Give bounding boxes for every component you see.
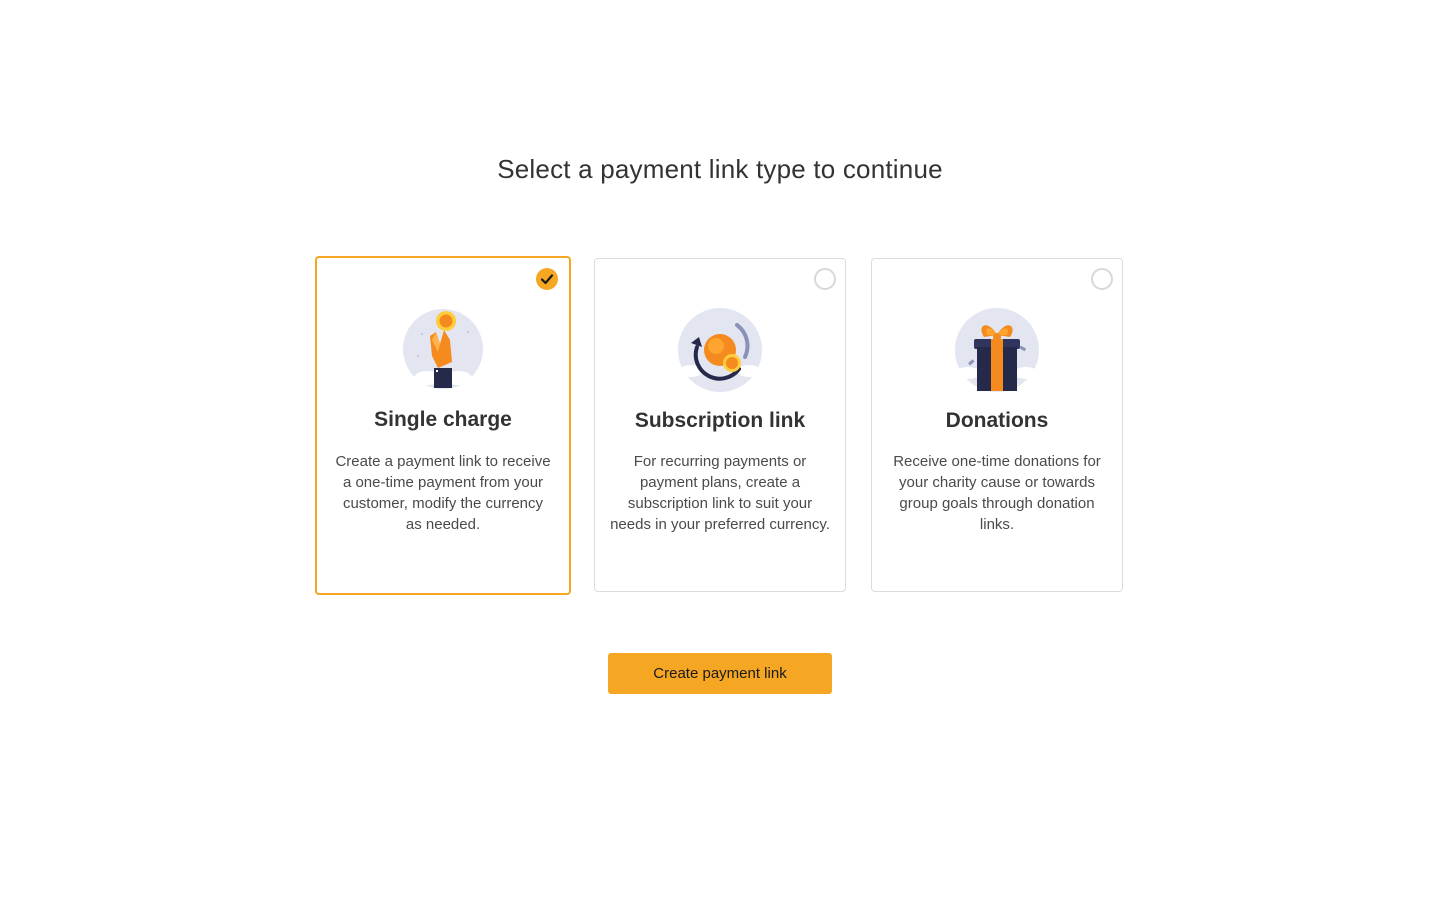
option-description: Receive one-time donations for your char…	[893, 453, 1101, 533]
option-title: Subscription link	[634, 409, 806, 432]
option-card-single-charge[interactable]: Single charge Create a payment link to r…	[315, 256, 571, 595]
option-card-subscription-link[interactable]: Subscription link For recurring payments…	[594, 258, 846, 592]
option-card-donations[interactable]: Donations Receive one-time donations for…	[871, 258, 1123, 592]
create-payment-link-button[interactable]: Create payment link	[608, 653, 832, 694]
option-description: For recurring payments or payment plans,…	[610, 453, 830, 533]
selected-check-icon[interactable]	[536, 268, 558, 290]
option-title: Donations	[945, 409, 1049, 432]
gift-box-icon	[954, 307, 1040, 393]
option-description: Create a payment link to receive a one-t…	[335, 453, 551, 533]
option-title: Single charge	[374, 408, 512, 431]
payment-link-type-page: Select a payment link type to continue S…	[0, 0, 1440, 900]
radio-unchecked-icon[interactable]	[1091, 268, 1113, 290]
hand-holding-coin-icon	[400, 306, 486, 392]
page-title: Select a payment link type to continue	[497, 154, 943, 184]
radio-unchecked-icon[interactable]	[814, 268, 836, 290]
recurring-coin-icon	[677, 307, 763, 393]
